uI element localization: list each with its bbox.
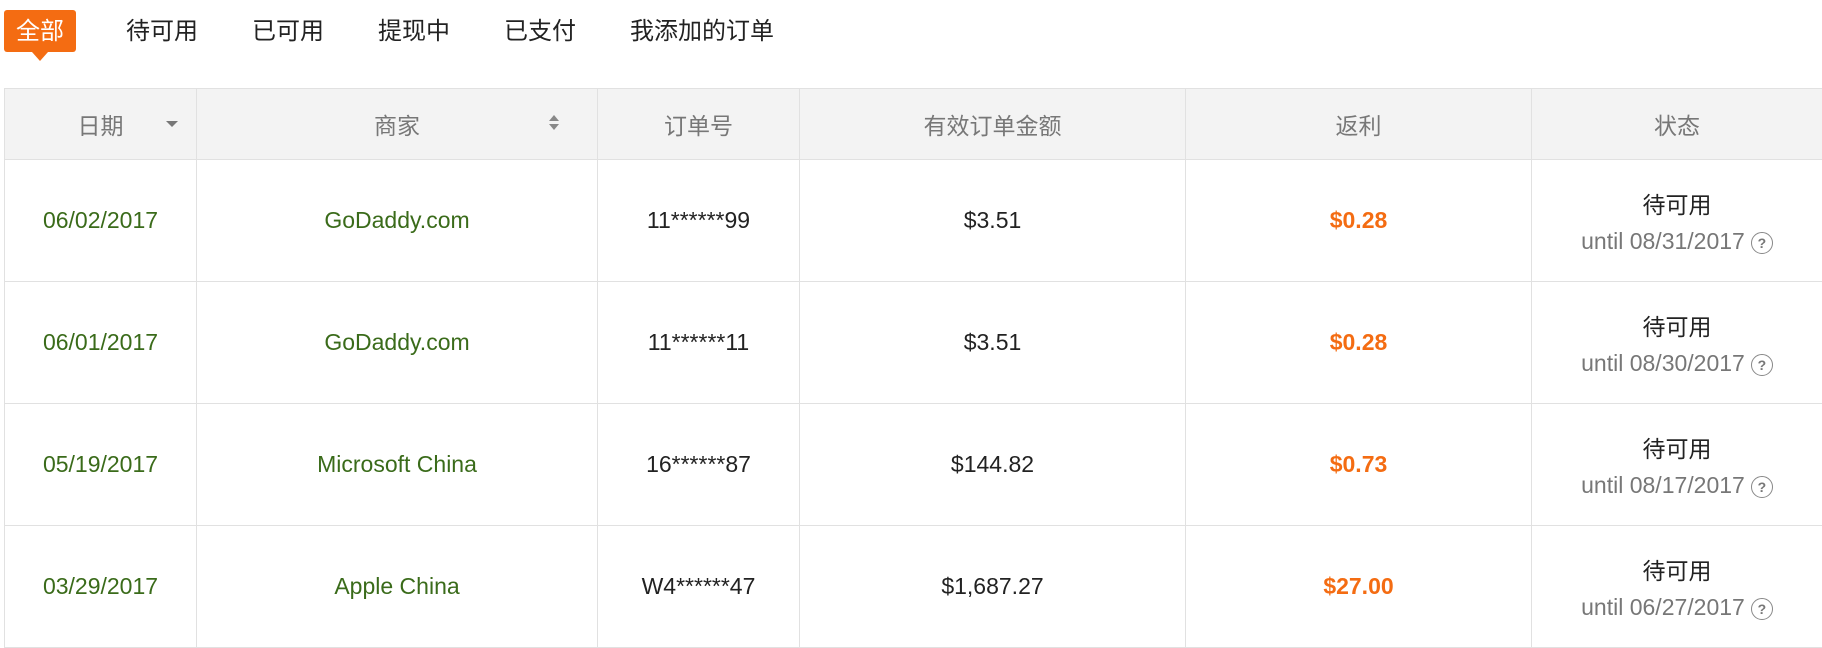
merchant-link[interactable]: Apple China — [197, 526, 598, 648]
status-label: 待可用 — [1532, 186, 1822, 220]
table-row: 03/29/2017 Apple China W4******47 $1,687… — [5, 526, 1822, 648]
tab-pending[interactable]: 待可用 — [126, 10, 198, 52]
tab-all[interactable]: 全部 — [4, 10, 76, 52]
tab-available[interactable]: 已可用 — [252, 10, 324, 52]
column-header-status: 状态 — [1532, 89, 1822, 160]
table-row: 06/01/2017 GoDaddy.com 11******11 $3.51 … — [5, 282, 1822, 404]
question-circle-icon[interactable]: ? — [1751, 232, 1773, 254]
until-date: until 08/17/2017 — [1581, 472, 1745, 498]
rebate-amount: $0.73 — [1186, 404, 1532, 526]
order-amount: $3.51 — [800, 160, 1186, 282]
column-header-order-no: 订单号 — [598, 89, 800, 160]
status-label: 待可用 — [1532, 308, 1822, 342]
merchant-link[interactable]: Microsoft China — [197, 404, 598, 526]
until-date: until 06/27/2017 — [1581, 594, 1745, 620]
header-label: 日期 — [78, 114, 124, 140]
order-date: 05/19/2017 — [5, 404, 197, 526]
order-date: 06/02/2017 — [5, 160, 197, 282]
question-circle-icon[interactable]: ? — [1751, 354, 1773, 376]
order-status: 待可用 until 08/31/2017? — [1532, 160, 1822, 282]
tab-withdrawing[interactable]: 提现中 — [378, 10, 450, 52]
question-circle-icon[interactable]: ? — [1751, 598, 1773, 620]
header-label: 商家 — [374, 114, 420, 140]
sort-desc-icon[interactable] — [166, 121, 178, 127]
rebate-amount: $0.28 — [1186, 282, 1532, 404]
order-amount: $144.82 — [800, 404, 1186, 526]
tab-my-added-orders[interactable]: 我添加的订单 — [630, 10, 774, 52]
merchant-link[interactable]: GoDaddy.com — [197, 160, 598, 282]
order-number: 11******11 — [598, 282, 800, 404]
until-date: until 08/31/2017 — [1581, 228, 1745, 254]
rebate-amount: $27.00 — [1186, 526, 1532, 648]
order-amount: $1,687.27 — [800, 526, 1186, 648]
status-until: until 08/17/2017? — [1532, 472, 1822, 499]
active-tab-caret-icon — [32, 52, 48, 61]
status-until: until 08/31/2017? — [1532, 228, 1822, 255]
sort-icon[interactable] — [549, 113, 561, 135]
status-label: 待可用 — [1532, 552, 1822, 586]
status-until: until 06/27/2017? — [1532, 594, 1822, 621]
order-date: 06/01/2017 — [5, 282, 197, 404]
column-header-date[interactable]: 日期 — [5, 89, 197, 160]
tab-paid[interactable]: 已支付 — [504, 10, 576, 52]
order-status: 待可用 until 06/27/2017? — [1532, 526, 1822, 648]
status-until: until 08/30/2017? — [1532, 350, 1822, 377]
status-label: 待可用 — [1532, 430, 1822, 464]
tab-label: 全部 — [16, 17, 64, 45]
order-number: 16******87 — [598, 404, 800, 526]
order-amount: $3.51 — [800, 282, 1186, 404]
rebate-amount: $0.28 — [1186, 160, 1532, 282]
column-header-merchant[interactable]: 商家 — [197, 89, 598, 160]
orders-table: 日期 商家 订单号 有效订单金额 返利 状态 06/02/2017 GoDadd… — [4, 88, 1822, 648]
status-tabs: 全部 待可用 已可用 提现中 已支付 我添加的订单 — [0, 0, 1822, 88]
column-header-rebate: 返利 — [1186, 89, 1532, 160]
table-header-row: 日期 商家 订单号 有效订单金额 返利 状态 — [5, 89, 1822, 160]
merchant-link[interactable]: GoDaddy.com — [197, 282, 598, 404]
order-number: 11******99 — [598, 160, 800, 282]
table-row: 05/19/2017 Microsoft China 16******87 $1… — [5, 404, 1822, 526]
column-header-amount: 有效订单金额 — [800, 89, 1186, 160]
order-number: W4******47 — [598, 526, 800, 648]
order-date: 03/29/2017 — [5, 526, 197, 648]
until-date: until 08/30/2017 — [1581, 350, 1745, 376]
order-status: 待可用 until 08/30/2017? — [1532, 282, 1822, 404]
question-circle-icon[interactable]: ? — [1751, 476, 1773, 498]
table-row: 06/02/2017 GoDaddy.com 11******99 $3.51 … — [5, 160, 1822, 282]
order-status: 待可用 until 08/17/2017? — [1532, 404, 1822, 526]
